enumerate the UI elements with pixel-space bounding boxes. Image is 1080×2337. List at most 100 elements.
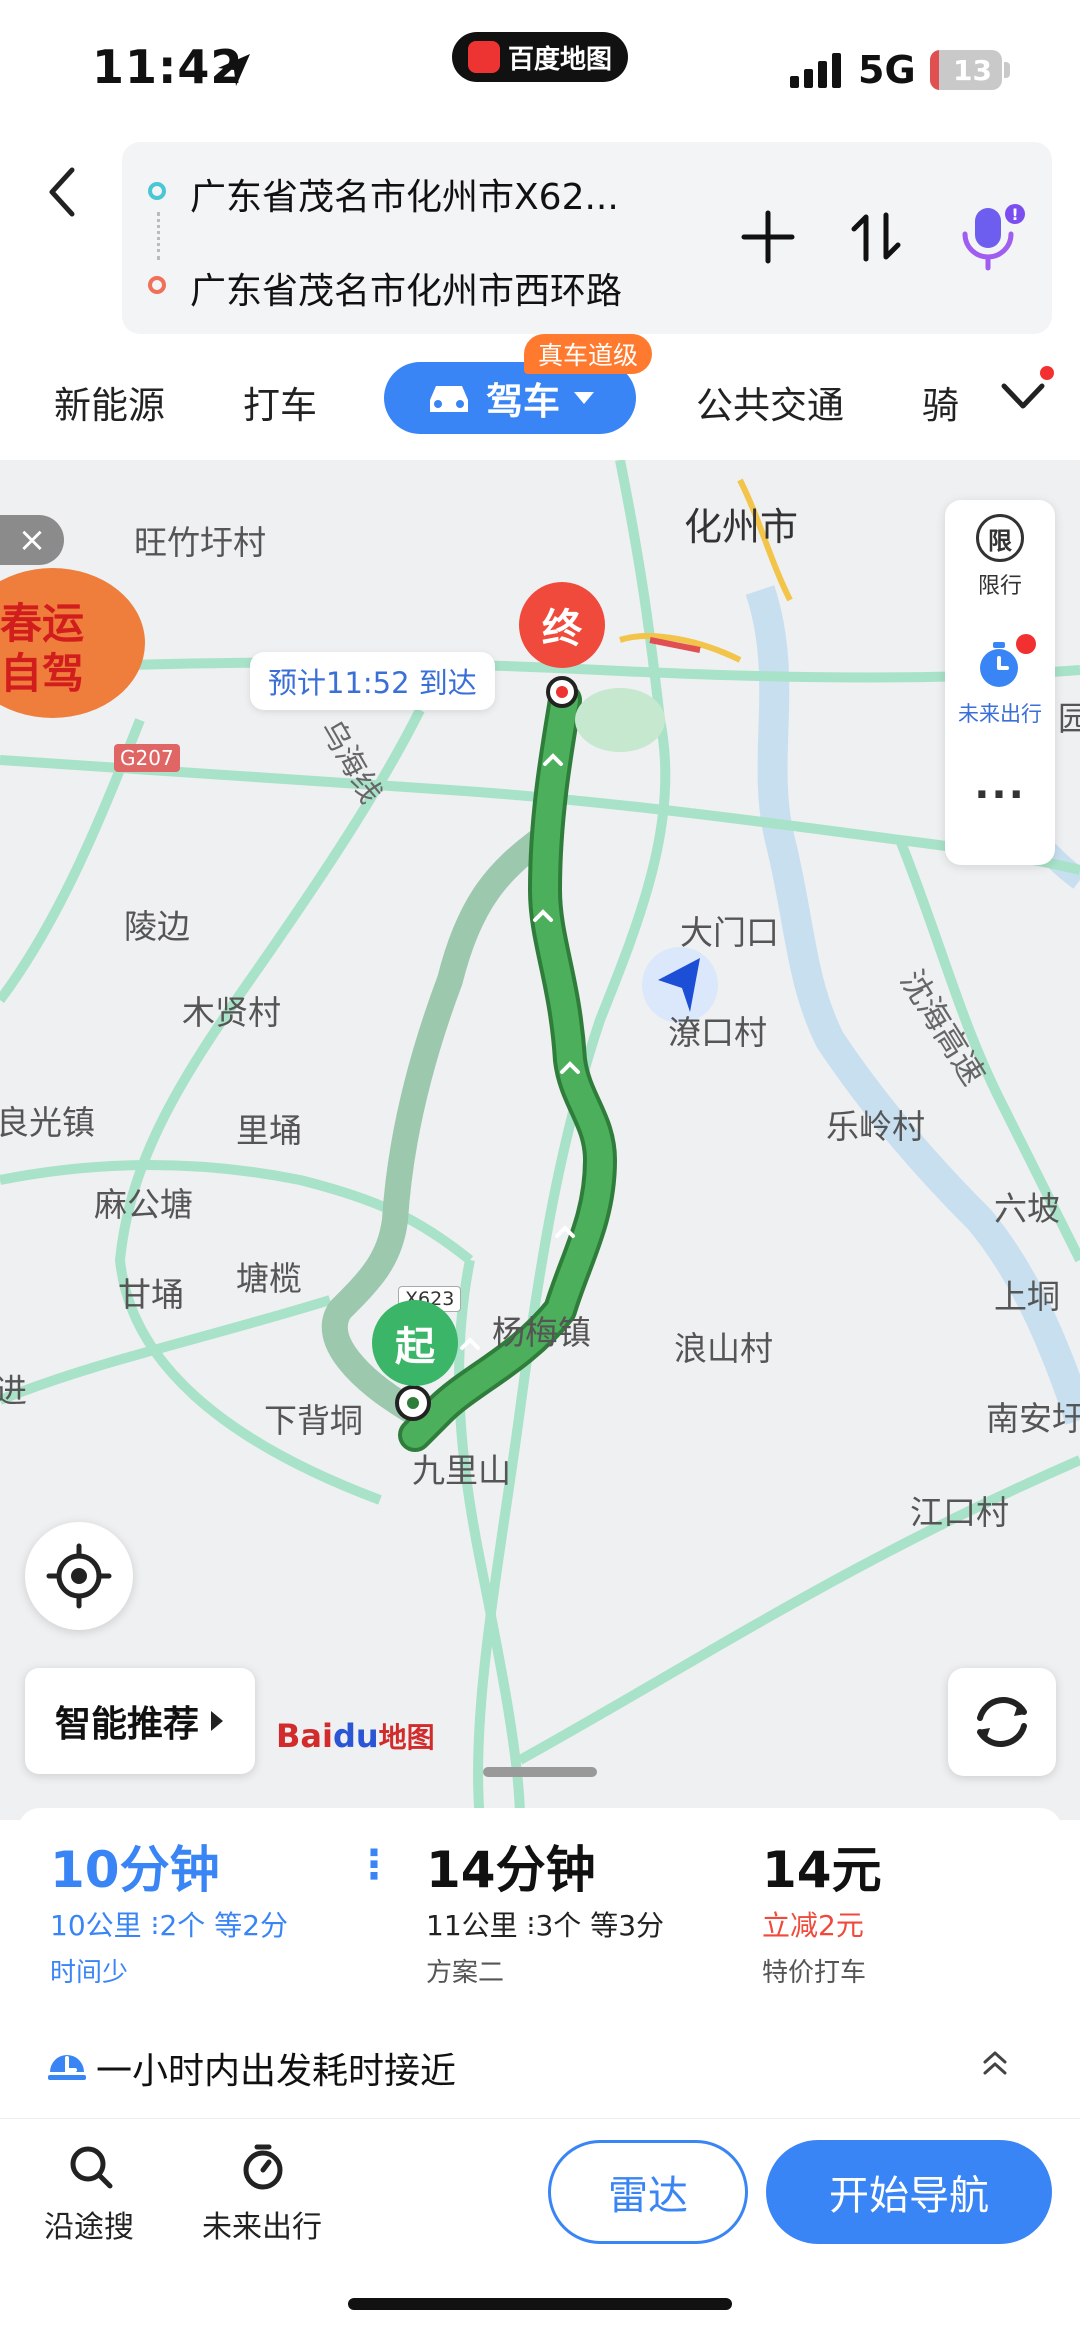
future-trip-red-dot: [1016, 634, 1036, 654]
destination-dot-icon: [148, 276, 166, 294]
route1-details: 10公里 ⁝2个 等2分: [50, 1904, 288, 1944]
route2-lights: 3个: [535, 1909, 582, 1942]
logo-text-bai: Bai: [276, 1717, 333, 1755]
baidu-map-logo: Baidu地图: [276, 1716, 435, 1756]
close-promo-button[interactable]: ×: [0, 515, 64, 565]
sheet-drag-handle[interactable]: [483, 1767, 597, 1777]
map-label-magongtang: 麻公塘: [94, 1185, 193, 1224]
map-label-shanghe: 上垌: [994, 1277, 1060, 1316]
departure-tip-text: 一小时内出发耗时接近: [96, 2051, 457, 2092]
status-bar: 11:42 百度地图 5G 13: [0, 0, 1080, 140]
map-label-g207: G207: [114, 744, 180, 772]
refresh-route-button[interactable]: [948, 1668, 1056, 1776]
route1-time: 10分钟: [50, 1841, 220, 1899]
start-pin: 起: [372, 1300, 458, 1386]
expand-tabs-chevron-icon[interactable]: [998, 376, 1048, 416]
smart-recommend-button[interactable]: 智能推荐: [25, 1668, 255, 1774]
map-label-langshan: 浪山村: [674, 1329, 773, 1368]
route2-note: 方案二: [426, 1958, 505, 1988]
swap-route-icon[interactable]: [846, 207, 906, 267]
search-along-label: 沿途搜: [44, 2210, 134, 2245]
map-label-jiangkoucun: 江口村: [910, 1493, 1009, 1532]
more-options-button[interactable]: ...: [945, 762, 1055, 808]
origin-dot-icon: [148, 182, 166, 200]
chevron-down-icon: [574, 392, 594, 404]
tab-new-energy[interactable]: 新能源: [54, 375, 165, 429]
future-trip-side-label: 未来出行: [958, 702, 1042, 726]
departure-tip-bar[interactable]: 一小时内出发耗时接近: [0, 2000, 1080, 2120]
baidu-map-app-icon: [467, 41, 500, 73]
tab-cycling[interactable]: 骑: [922, 375, 974, 429]
smart-recommend-label: 智能推荐: [54, 1704, 199, 1745]
map-label-muxian: 木贤村: [182, 993, 281, 1032]
map-label-damenkou: 大门口: [680, 913, 779, 952]
stopwatch-icon: [243, 2144, 283, 2190]
search-icon: [70, 2146, 113, 2189]
taxi-price: 14元: [762, 1841, 882, 1899]
map-label-jiulishan: 九里山: [412, 1451, 511, 1490]
locate-me-button[interactable]: [25, 1522, 133, 1630]
tab-driving-label: 驾车: [486, 380, 560, 423]
route2-details: 11公里 ⁝3个 等3分: [426, 1904, 664, 1944]
traffic-restriction-label: 限行: [977, 574, 1022, 599]
route1-lights: 2个: [159, 1909, 206, 1942]
battery-nub: [1004, 62, 1010, 78]
map-label-liaokou: 潦口村: [668, 1013, 767, 1052]
start-navigation-button[interactable]: 开始导航: [766, 2140, 1052, 2244]
route1-menu-icon[interactable]: ⋮: [354, 1842, 394, 1888]
app-pill-label: 百度地图: [507, 44, 612, 75]
end-pin: 终: [519, 582, 605, 668]
map-label-lelingcun: 乐岭村: [826, 1107, 925, 1146]
restriction-icon: 限: [976, 514, 1024, 562]
double-chevron-up-icon[interactable]: [980, 2048, 1010, 2078]
triangle-right-icon: [211, 1711, 223, 1731]
map-label-liyong: 里埇: [236, 1111, 302, 1150]
destination-field[interactable]: 广东省茂名市化州市西环路: [190, 262, 622, 314]
svg-text:!: !: [1011, 205, 1018, 224]
battery-level: 13: [953, 53, 992, 87]
future-trip-label: 未来出行: [202, 2210, 322, 2245]
traffic-restriction-button[interactable]: 限 限行: [945, 514, 1055, 600]
map-label-yuan: 园: [1058, 699, 1080, 738]
map-label-xiabeidong: 下背垌: [264, 1401, 363, 1440]
radar-button[interactable]: 雷达: [548, 2140, 748, 2244]
back-arrow-icon[interactable]: [40, 162, 84, 222]
map-label-yangmei: 杨梅镇: [492, 1313, 591, 1352]
route1-distance: 10公里: [50, 1909, 142, 1942]
tab-taxi[interactable]: 打车: [243, 375, 317, 429]
map-label-liupo: 六坡: [994, 1189, 1060, 1228]
promo-line2: 自驾: [0, 649, 85, 698]
future-trip-side-button[interactable]: 未来出行: [945, 638, 1055, 728]
taxi-note: 特价打车: [762, 1958, 867, 1988]
tab-public-transit[interactable]: 公共交通: [696, 375, 844, 429]
route1-wait: 等2分: [214, 1909, 289, 1942]
logo-text-du: du: [332, 1717, 379, 1755]
route-connector: [157, 212, 160, 260]
app-indicator-pill[interactable]: 百度地图: [452, 32, 628, 82]
map-label-wangzhu: 旺竹圩村: [134, 523, 266, 562]
route2-distance: 11公里: [426, 1909, 518, 1942]
map-label-nananxu: 南安圩: [986, 1399, 1080, 1438]
eta-bubble: 预计11:52 到达: [250, 652, 495, 710]
network-type: 5G: [858, 48, 916, 92]
car-icon: [430, 386, 468, 412]
voice-assistant-icon[interactable]: !: [953, 200, 1027, 274]
origin-field[interactable]: 广东省茂名市化州市X62...: [190, 168, 619, 220]
map-label-tanglan: 塘榄: [236, 1259, 302, 1298]
map-label-liangguang: 良光镇: [0, 1103, 95, 1142]
notification-dot: [1040, 366, 1054, 380]
route2-wait: 等3分: [590, 1909, 665, 1942]
refresh-icon: [977, 1697, 1027, 1747]
map-view[interactable]: × 春运 自驾 化州市 旺竹圩村 乌海线 陵边 大门口 木贤村 潦口村 G207 …: [0, 460, 1080, 1820]
map-label-huazhou: 化州市: [684, 505, 799, 549]
location-arrow-icon: [218, 54, 250, 86]
route1-note: 时间少: [50, 1958, 129, 1988]
taxi-discount: 立减2元: [762, 1909, 864, 1942]
logo-text-suffix: 地图: [378, 1721, 435, 1754]
map-label-ganyong: 甘埇: [118, 1275, 184, 1314]
departure-clock-icon: [48, 2055, 86, 2080]
map-label-zhuan: 进: [0, 1371, 27, 1410]
map-label-lingbian: 陵边: [124, 907, 190, 946]
cellular-signal-icon: [790, 53, 841, 88]
add-waypoint-icon[interactable]: [738, 207, 798, 267]
